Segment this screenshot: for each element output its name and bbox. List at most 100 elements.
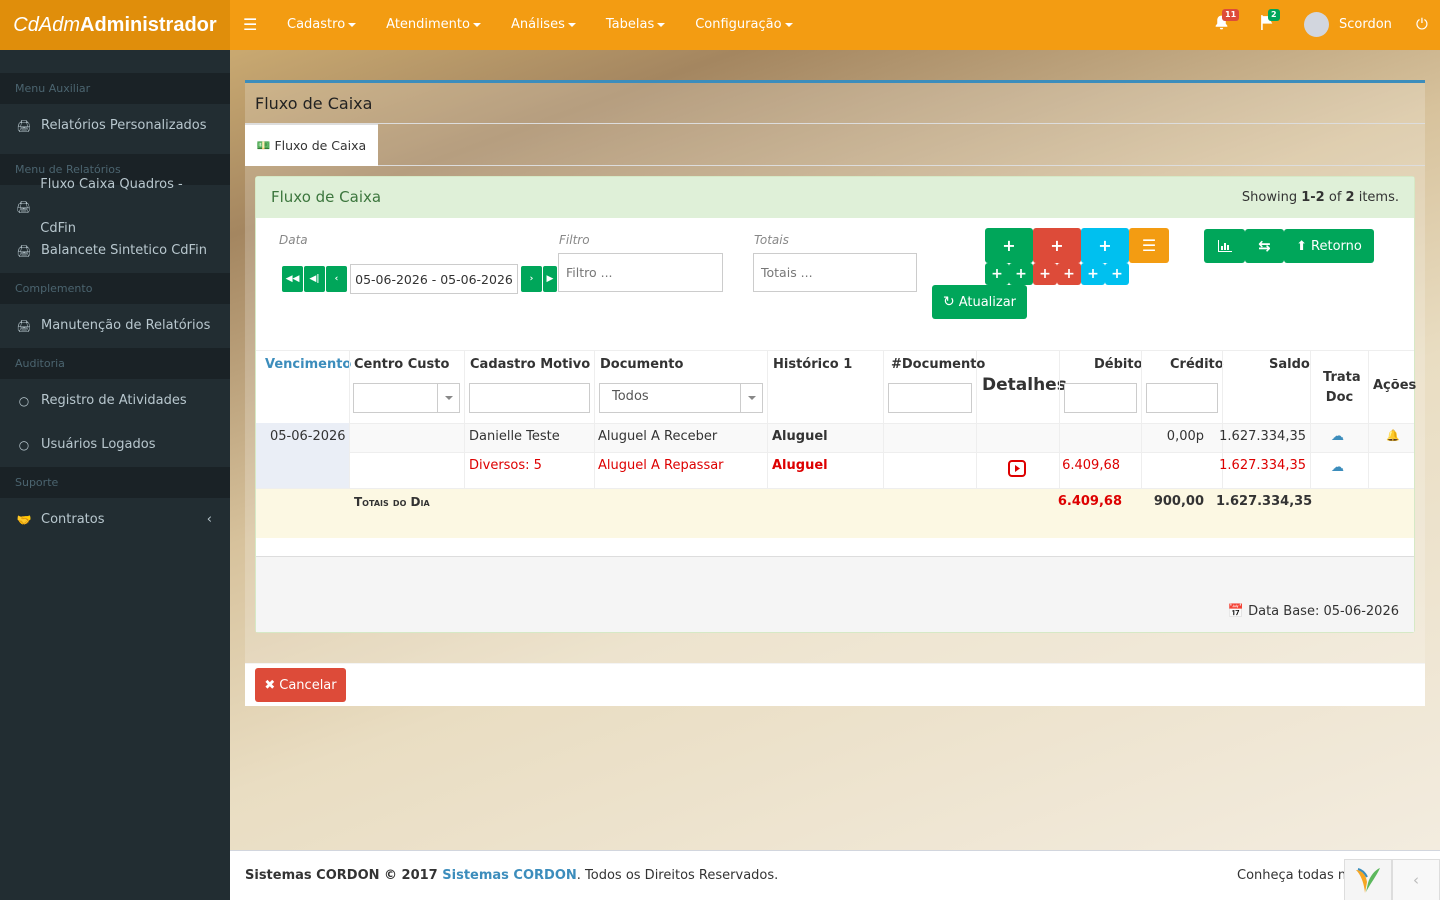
footer-right-text: Conheça todas nossas — [1237, 868, 1345, 883]
exchange-button[interactable]: ⇆ — [1245, 229, 1284, 263]
filtro-input[interactable]: Filtro ... — [558, 253, 723, 292]
th-vencimento[interactable]: Vencimento — [265, 357, 351, 372]
th-cadastro-motivo: Cadastro Motivo — [470, 357, 591, 372]
money-icon: 💵 — [256, 139, 271, 152]
next-button[interactable]: › — [521, 266, 542, 292]
sidebar-item-usuarios-logados[interactable]: ○ Usuários Logados — [0, 423, 230, 467]
filtro-label: Filtro — [559, 233, 590, 247]
cancel-button[interactable]: ✖ Cancelar — [255, 668, 346, 702]
cadastro-motivo-filter[interactable] — [469, 383, 590, 413]
add-small-green-2[interactable]: + — [1009, 263, 1033, 285]
list-button[interactable]: ☰ — [1129, 228, 1169, 263]
chevron-left-icon: ‹ — [206, 512, 212, 527]
add-small-blue-2[interactable]: + — [1105, 263, 1129, 285]
user-menu[interactable]: Scordon — [1304, 12, 1392, 37]
totals-credito: 900,00 — [1153, 494, 1204, 509]
add-small-blue-1[interactable]: + — [1081, 263, 1105, 285]
add-small-red-2[interactable]: + — [1057, 263, 1081, 285]
row2-historico: Aluguel — [772, 458, 828, 473]
row2-documento: Aluguel A Repassar — [598, 458, 724, 473]
prev-step-button[interactable]: ◀| — [304, 266, 325, 292]
footer-link[interactable]: Sistemas CORDON — [442, 868, 577, 883]
totals-saldo: 1.627.334,35 — [1216, 494, 1313, 509]
documento-filter[interactable]: Todos — [599, 383, 763, 413]
menu-cadastro[interactable]: Cadastro — [272, 0, 371, 50]
row1-historico: Aluguel — [772, 429, 828, 444]
sidebar-toggle-icon[interactable]: ☰ — [243, 15, 257, 34]
totais-input[interactable]: Totais ... — [753, 253, 917, 292]
avatar — [1304, 12, 1329, 37]
menu-configuracao[interactable]: Configuração — [680, 0, 807, 50]
totais-label: Totais — [754, 233, 789, 247]
list-icon: ☰ — [1141, 236, 1157, 255]
totals-debito: 6.409,68 — [1057, 494, 1122, 509]
close-icon: ✖ — [264, 677, 276, 693]
page-title: Fluxo de Caixa — [255, 94, 373, 113]
yii-logo-icon[interactable] — [1344, 859, 1392, 900]
data-label: Data — [279, 233, 308, 247]
cloud-upload-icon[interactable]: ☁ — [1331, 429, 1344, 444]
retorno-button[interactable]: ⬆ Retorno — [1284, 229, 1374, 263]
flag-count-badge: 2 — [1268, 9, 1280, 21]
caret-down-icon — [472, 22, 481, 27]
menu-analises[interactable]: Análises — [496, 0, 591, 50]
flag-icon[interactable]: 2 — [1259, 9, 1280, 35]
last-page-button[interactable]: ▶ — [543, 266, 557, 292]
panel-footer — [256, 557, 1414, 632]
refresh-icon: ↻ — [942, 294, 955, 310]
caret-down-icon — [567, 22, 576, 27]
user-name: Scordon — [1339, 17, 1392, 32]
printer-icon: 🖨 — [16, 119, 32, 133]
sidebar-item-fluxo-caixa-quadros[interactable]: 🖨 Fluxo Caixa Quadros - CdFin — [0, 177, 230, 236]
cloud-upload-icon[interactable]: ☁ — [1331, 460, 1344, 475]
sidebar-header: Complemento — [0, 273, 230, 304]
sidebar-item-contratos[interactable]: 🤝 Contratos ‹ — [0, 498, 230, 542]
chart-button[interactable] — [1204, 229, 1245, 263]
add-small-green-1[interactable]: + — [985, 263, 1009, 285]
add-small-red-1[interactable]: + — [1033, 263, 1057, 285]
sidebar-item-manutencao-relatorios[interactable]: 🖨 Manutenção de Relatórios — [0, 304, 230, 348]
add-blue-button[interactable]: + — [1081, 228, 1129, 263]
arrow-circle-up-icon: ⬆ — [1296, 238, 1308, 254]
add-green-button[interactable]: + — [985, 228, 1033, 263]
first-page-button[interactable]: ◀◀ — [282, 266, 303, 292]
th-acoes: Ações — [1373, 378, 1417, 393]
th-detalhes: Detalhes — [982, 375, 1067, 395]
th-num-documento: #Documento — [891, 357, 986, 372]
copyright: Sistemas CORDON © 2017 Sistemas CORDON. … — [245, 868, 779, 883]
centro-custo-filter[interactable] — [353, 383, 460, 413]
debito-filter[interactable] — [1064, 383, 1137, 413]
row2-cadastro-motivo: Diversos: 5 — [469, 458, 542, 473]
credito-filter[interactable] — [1146, 383, 1218, 413]
top-navbar: CdAdm Administrador ☰ Cadastro Atendiment… — [0, 0, 1440, 50]
prev-button[interactable]: ‹ — [326, 266, 347, 292]
sidebar-item-relatorios-personalizados[interactable]: 🖨 Relatórios Personalizados — [0, 104, 230, 148]
chevron-left-icon[interactable]: ‹ — [1392, 859, 1440, 900]
sidebar-item-balancete-sintetico[interactable]: 🖨 Balancete Sintetico CdFin — [0, 229, 230, 273]
num-documento-filter[interactable] — [888, 383, 972, 413]
play-details-icon[interactable] — [1008, 460, 1026, 481]
printer-icon: 🖨 — [16, 200, 32, 214]
circle-icon: ○ — [18, 438, 30, 452]
caret-down-icon — [784, 22, 793, 27]
circle-icon: ○ — [18, 394, 30, 408]
totals-label: Totais do Dia — [354, 495, 430, 509]
box-footer: ✖ Cancelar — [245, 663, 1425, 706]
caret-down-icon — [657, 22, 666, 27]
date-range-input[interactable]: 05-06-2026 - 05-06-2026 — [350, 264, 518, 294]
th-trata-doc: Trata Doc — [1323, 370, 1361, 405]
caret-down-icon — [348, 22, 357, 27]
notifications-bell-icon[interactable]: 11 — [1213, 9, 1240, 35]
power-icon[interactable]: ⏻ — [1416, 15, 1428, 33]
bell-icon[interactable]: 🔔 — [1386, 429, 1400, 442]
th-debito: Débito — [1094, 357, 1143, 372]
menu-tabelas[interactable]: Tabelas — [591, 0, 680, 50]
sidebar-item-registro-atividades[interactable]: ○ Registro de Atividades — [0, 379, 230, 423]
chevron-down-icon — [740, 384, 762, 412]
brand-logo[interactable]: CdAdm Administrador — [0, 0, 230, 50]
tab-fluxo-caixa[interactable]: 💵 Fluxo de Caixa — [245, 124, 378, 166]
items-summary: Showing 1-2 of 2 items. — [1241, 190, 1399, 205]
add-red-button[interactable]: + — [1033, 228, 1081, 263]
atualizar-button[interactable]: ↻ Atualizar — [932, 285, 1027, 319]
menu-atendimento[interactable]: Atendimento — [371, 0, 496, 50]
